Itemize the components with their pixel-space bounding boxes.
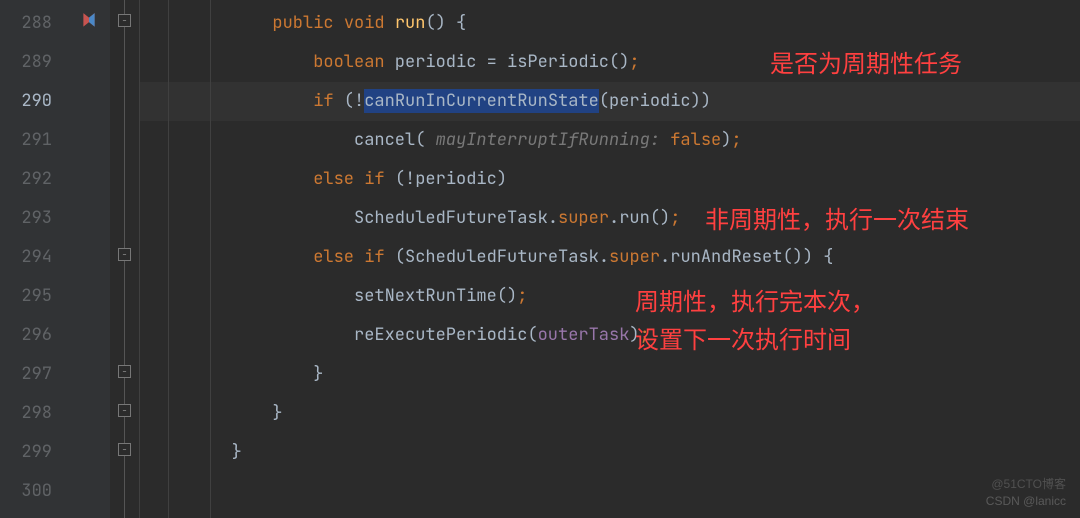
line-number[interactable]: 299 (0, 433, 70, 472)
line-number[interactable]: 300 (0, 472, 70, 511)
line-number[interactable]: 293 (0, 199, 70, 238)
code-line[interactable]: ScheduledFutureTask.super.run(); (140, 199, 1080, 238)
code-editor: 288 289 290 291 292 293 294 295 296 297 … (0, 0, 1080, 518)
gutter-icon-column (70, 0, 110, 518)
code-line[interactable]: public void run() { (140, 4, 1080, 43)
watermark-text: @51CTO博客 (991, 475, 1066, 492)
fold-column: − − − − − (110, 0, 140, 518)
fold-toggle[interactable]: − (118, 248, 131, 261)
code-line[interactable]: else if (!periodic) (140, 160, 1080, 199)
line-number[interactable]: 292 (0, 160, 70, 199)
code-line[interactable]: } (140, 355, 1080, 394)
line-number[interactable]: 291 (0, 121, 70, 160)
code-line[interactable]: } (140, 394, 1080, 433)
code-line[interactable]: setNextRunTime(); (140, 277, 1080, 316)
code-line[interactable]: cancel( mayInterruptIfRunning: false); (140, 121, 1080, 160)
line-number[interactable]: 298 (0, 394, 70, 433)
code-line[interactable]: reExecutePeriodic(outerTask); (140, 316, 1080, 355)
line-number[interactable]: 288 (0, 4, 70, 43)
line-number[interactable]: 289 (0, 43, 70, 82)
fold-toggle[interactable]: − (118, 365, 131, 378)
watermark-text: CSDN @lanicc (986, 494, 1066, 508)
selected-identifier: canRunInCurrentRunState (364, 89, 599, 113)
code-line-current[interactable]: if (!canRunInCurrentRunState(periodic)) (140, 82, 1080, 121)
code-text-area[interactable]: public void run() { boolean periodic = i… (140, 0, 1080, 518)
code-line[interactable]: else if (ScheduledFutureTask.super.runAn… (140, 238, 1080, 277)
fold-toggle[interactable]: − (118, 443, 131, 456)
line-number-current[interactable]: 290 (0, 82, 70, 121)
line-number[interactable]: 295 (0, 277, 70, 316)
fold-toggle[interactable]: − (118, 404, 131, 417)
code-line[interactable]: boolean periodic = isPeriodic(); (140, 43, 1080, 82)
code-line[interactable] (140, 472, 1080, 511)
override-method-icon[interactable] (80, 12, 98, 30)
line-number[interactable]: 294 (0, 238, 70, 277)
line-number[interactable]: 296 (0, 316, 70, 355)
line-number[interactable]: 297 (0, 355, 70, 394)
line-number-gutter: 288 289 290 291 292 293 294 295 296 297 … (0, 0, 70, 518)
code-line[interactable]: } (140, 433, 1080, 472)
fold-toggle[interactable]: − (118, 14, 131, 27)
